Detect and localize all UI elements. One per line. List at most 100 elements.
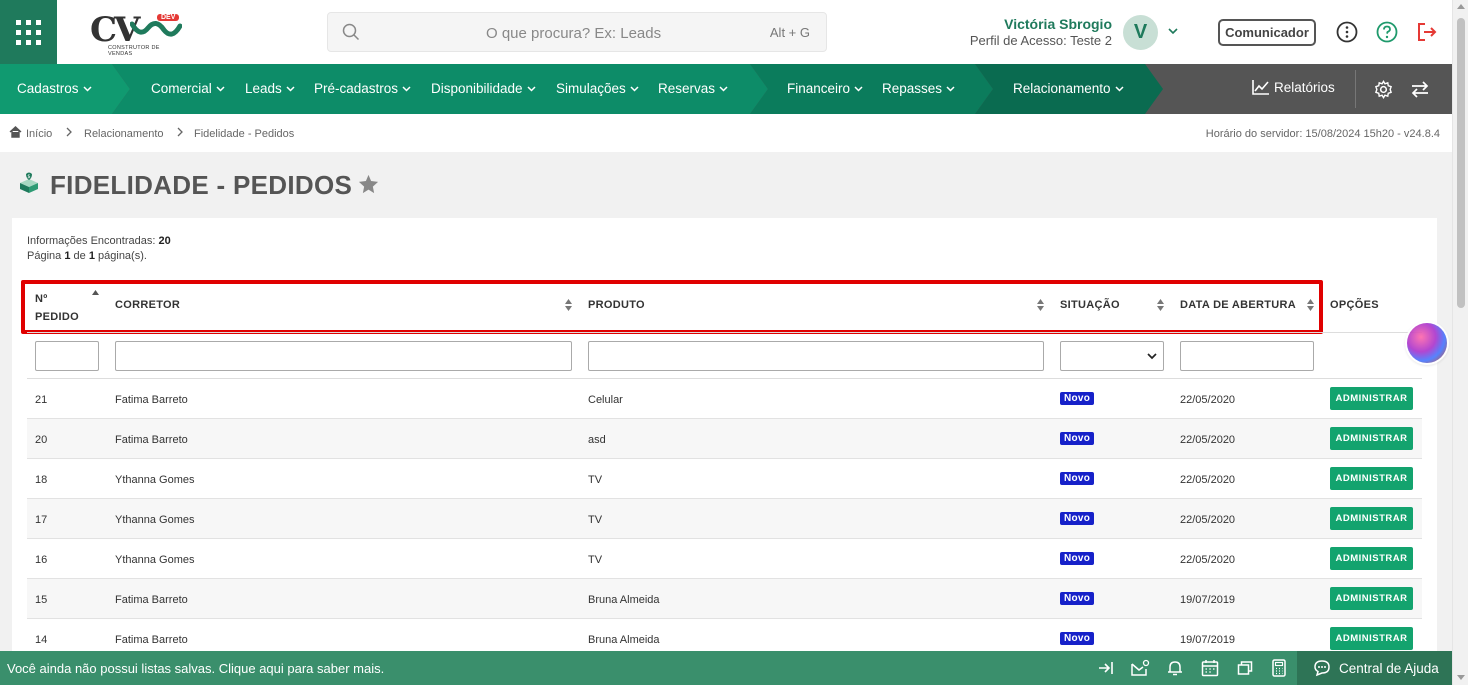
chevron-down-icon	[1115, 86, 1124, 92]
nav-item-financeiro[interactable]: Financeiro	[787, 81, 863, 96]
table-filters	[27, 332, 1422, 379]
nav-item-leads[interactable]: Leads	[245, 81, 295, 96]
chevron-down-icon	[630, 86, 639, 92]
sort-icon[interactable]	[1307, 299, 1314, 311]
filter-corretor-input[interactable]	[115, 341, 572, 371]
breadcrumb-home[interactable]: Início	[26, 128, 52, 140]
cell-data: 22/05/2020	[1180, 554, 1236, 566]
filter-data-input[interactable]	[1180, 341, 1314, 371]
cell-corretor: Ythanna Gomes	[115, 514, 195, 526]
apps-menu-button[interactable]	[0, 0, 57, 64]
scroll-up-arrow[interactable]	[1457, 4, 1465, 9]
user-info[interactable]: Victória Sbrogio Perfil de Acesso: Teste…	[970, 16, 1112, 48]
nav-item-relatorios[interactable]: Relatórios	[1252, 79, 1335, 95]
administrar-button[interactable]: ADMINISTRAR	[1330, 507, 1413, 530]
sort-asc-icon[interactable]	[92, 290, 99, 295]
help-icon[interactable]	[1376, 21, 1398, 43]
sort-icon[interactable]	[1157, 299, 1164, 311]
column-produto[interactable]: PRODUTO	[588, 299, 645, 311]
nav-item-label: Pré-cadastros	[314, 81, 399, 96]
logout-icon[interactable]	[1416, 21, 1438, 43]
collapse-right-icon[interactable]	[1097, 659, 1115, 677]
chevron-down-icon[interactable]	[1167, 26, 1179, 36]
help-center-button[interactable]: Central de Ajuda	[1297, 651, 1452, 685]
scrollbar-thumb[interactable]	[1457, 18, 1465, 308]
cell-data: 22/05/2020	[1180, 514, 1236, 526]
search-icon	[342, 23, 360, 41]
avatar[interactable]: V	[1123, 15, 1158, 50]
administrar-button[interactable]: ADMINISTRAR	[1330, 387, 1413, 410]
calendar-icon[interactable]	[1201, 659, 1219, 677]
column-situacao[interactable]: SITUAÇÃO	[1060, 299, 1120, 311]
status-badge: Novo	[1060, 512, 1095, 525]
filter-situacao-select[interactable]	[1060, 341, 1164, 371]
cell-produto: Bruna Almeida	[588, 594, 660, 606]
column-pedido-line2: PEDIDO	[35, 311, 79, 323]
windows-icon[interactable]	[1237, 659, 1253, 677]
nav-item-pre-cadastros[interactable]: Pré-cadastros	[314, 81, 411, 96]
logo[interactable]: CV DEV CONSTRUTOR DE VENDAS	[90, 10, 185, 57]
scroll-down-arrow[interactable]	[1457, 675, 1465, 680]
nav-item-label: Leads	[245, 81, 282, 96]
assistant-bubble[interactable]	[1407, 323, 1447, 363]
favorite-star-icon[interactable]	[358, 174, 379, 194]
nav-item-repasses[interactable]: Repasses	[882, 81, 955, 96]
help-center-label: Central de Ajuda	[1339, 660, 1439, 676]
column-opcoes: OPÇÕES	[1330, 299, 1379, 311]
pagination-info: Página 1 de 1 página(s).	[27, 249, 171, 264]
page-scrollbar[interactable]	[1452, 0, 1468, 685]
column-pedido[interactable]: Nº PEDIDO	[35, 290, 79, 326]
administrar-button[interactable]: ADMINISTRAR	[1330, 587, 1413, 610]
cell-corretor: Ythanna Gomes	[115, 474, 195, 486]
results-count-value: 20	[158, 235, 171, 247]
search-shortcut: Alt + G	[769, 25, 810, 40]
table-header: Nº PEDIDO CORRETOR PRODUTO SITUAÇÃO DATA…	[27, 280, 1422, 332]
nav-item-cadastros[interactable]: Cadastros	[17, 81, 92, 96]
administrar-button[interactable]: ADMINISTRAR	[1330, 467, 1413, 490]
sort-icon[interactable]	[565, 299, 572, 311]
filter-produto-input[interactable]	[588, 341, 1044, 371]
cell-corretor: Fatima Barreto	[115, 394, 188, 406]
logo-subtitle: CONSTRUTOR DE VENDAS	[108, 45, 160, 57]
chevron-down-icon	[527, 86, 536, 92]
column-data-abertura[interactable]: DATA DE ABERTURA	[1180, 299, 1296, 311]
calculator-icon[interactable]	[1271, 659, 1287, 677]
nav-item-simulacoes[interactable]: Simulações	[556, 81, 639, 96]
breadcrumb: Início Relacionamento Fidelidade - Pedid…	[0, 114, 1452, 152]
nav-item-label: Reservas	[658, 81, 716, 96]
logo-dev-badge: DEV	[157, 14, 180, 21]
cell-corretor: Fatima Barreto	[115, 634, 188, 646]
gear-icon[interactable]	[1374, 80, 1393, 99]
sort-icon[interactable]	[1037, 299, 1044, 311]
more-options-icon[interactable]	[1336, 21, 1358, 43]
administrar-button[interactable]: ADMINISTRAR	[1330, 627, 1413, 650]
nav-item-relacionamento[interactable]: Relacionamento	[1013, 81, 1124, 96]
table-row: 20 Fatima Barreto asd Novo 22/05/2020 AD…	[27, 419, 1422, 459]
server-time: Horário do servidor: 15/08/2024 15h20 - …	[1205, 128, 1440, 140]
filter-pedido-input[interactable]	[35, 341, 99, 371]
cell-corretor: Fatima Barreto	[115, 594, 188, 606]
nav-item-disponibilidade[interactable]: Disponibilidade	[431, 81, 536, 96]
cell-produto: TV	[588, 554, 603, 566]
administrar-button[interactable]: ADMINISTRAR	[1330, 427, 1413, 450]
cell-produto: TV	[588, 474, 603, 486]
search-box[interactable]: O que procura? Ex: Leads Alt + G	[327, 12, 827, 52]
cell-produto: asd	[588, 434, 606, 446]
column-corretor[interactable]: CORRETOR	[115, 299, 180, 311]
bell-icon[interactable]	[1167, 659, 1183, 677]
logo-wave-icon	[130, 21, 182, 37]
nav-item-label: Comercial	[151, 81, 212, 96]
svg-text:$: $	[27, 174, 30, 180]
saved-lists-message[interactable]: Você ainda não possui listas salvas. Cli…	[7, 661, 384, 676]
chevron-down-icon	[1147, 352, 1157, 359]
page-total: 1	[88, 250, 95, 262]
nav-item-comercial[interactable]: Comercial	[151, 81, 225, 96]
home-icon[interactable]	[9, 126, 22, 138]
nav-item-reservas[interactable]: Reservas	[658, 81, 728, 96]
mail-settings-icon[interactable]	[1130, 659, 1150, 677]
administrar-button[interactable]: ADMINISTRAR	[1330, 547, 1413, 570]
swap-icon[interactable]	[1410, 80, 1430, 99]
cell-produto: Celular	[588, 394, 623, 406]
communicator-button[interactable]: Comunicador	[1218, 19, 1316, 46]
breadcrumb-relacionamento[interactable]: Relacionamento	[84, 128, 164, 140]
